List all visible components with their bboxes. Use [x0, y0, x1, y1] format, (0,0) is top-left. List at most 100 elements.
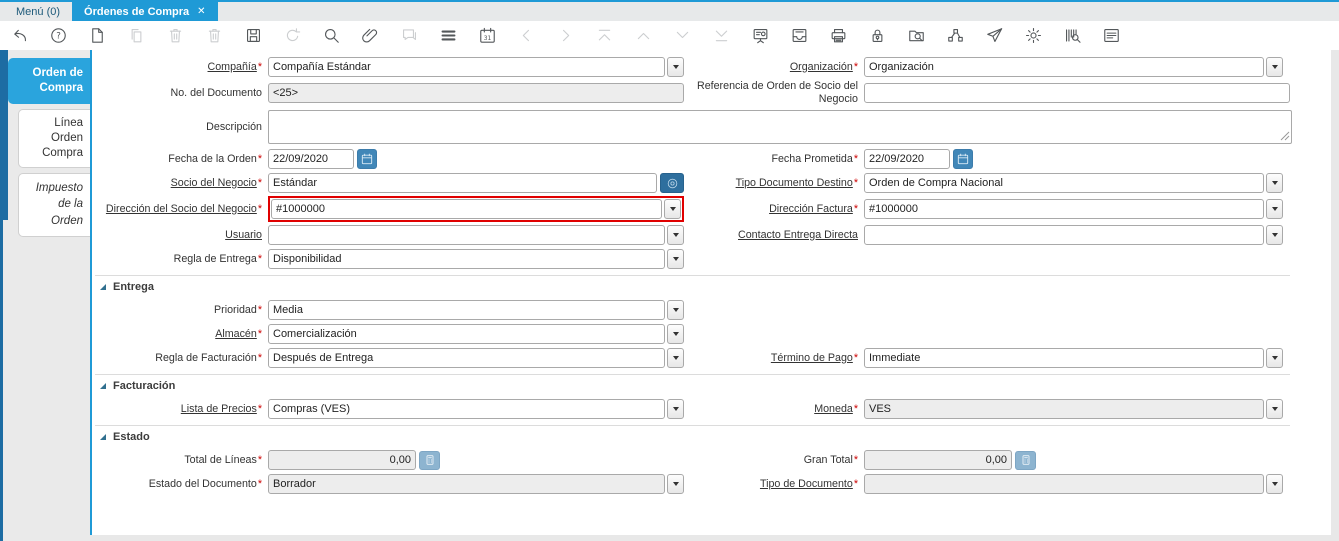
- help-icon[interactable]: ?: [48, 26, 68, 46]
- organizacion-label[interactable]: Organización: [790, 61, 853, 73]
- zoom-across-icon[interactable]: [906, 26, 926, 46]
- regla-facturacion-input[interactable]: [268, 348, 665, 368]
- gran-total-input: [864, 450, 1012, 470]
- attachment-icon[interactable]: [360, 26, 380, 46]
- moneda-input: [864, 399, 1264, 419]
- field-usuario: Usuario: [92, 225, 688, 245]
- fecha-prometida-input[interactable]: [864, 149, 950, 169]
- field-direccion-factura: Dirección Factura*: [688, 199, 1331, 219]
- calendar-icon[interactable]: 31: [477, 26, 497, 46]
- descripcion-textarea[interactable]: [268, 110, 1292, 144]
- total-lineas-calculator-button[interactable]: [419, 450, 440, 470]
- preferences-icon[interactable]: [1023, 26, 1043, 46]
- contacto-label[interactable]: Contacto Entrega Directa: [738, 229, 858, 241]
- sidebar-tab-orden-de-compra[interactable]: Orden de Compra: [8, 58, 90, 104]
- new-record-icon[interactable]: [87, 26, 107, 46]
- direccion-socio-label[interactable]: Dirección del Socio del Negocio: [106, 203, 257, 215]
- compania-label[interactable]: Compañía: [208, 61, 257, 73]
- field-organizacion: Organización*: [688, 57, 1331, 77]
- svg-text:31: 31: [483, 35, 491, 42]
- sidebar: Orden de Compra Línea Orden Compra Impue…: [3, 50, 90, 541]
- prioridad-dropdown-button[interactable]: [667, 300, 684, 320]
- fecha-prometida-calendar-button[interactable]: [953, 149, 973, 169]
- termino-pago-label[interactable]: Término de Pago: [771, 352, 853, 364]
- regla-entrega-input[interactable]: [268, 249, 665, 269]
- gran-total-label: Gran Total: [803, 453, 853, 466]
- chevron-down-icon: [1271, 482, 1278, 486]
- section-estado[interactable]: Estado: [100, 429, 1331, 445]
- tab-ordenes-de-compra[interactable]: Órdenes de Compra ✕: [72, 2, 218, 21]
- regla-facturacion-dropdown-button[interactable]: [667, 348, 684, 368]
- collapse-icon: [100, 284, 106, 290]
- socio-input[interactable]: [268, 173, 657, 193]
- section-facturacion[interactable]: Facturación: [100, 378, 1331, 394]
- bpartner-search-button[interactable]: [660, 173, 684, 193]
- moneda-label[interactable]: Moneda: [814, 403, 853, 415]
- close-icon[interactable]: ✕: [197, 6, 205, 17]
- sidebar-tab-impuesto-de-la-orden[interactable]: Impuesto de la Orden: [18, 172, 90, 237]
- gran-total-calculator-button[interactable]: [1015, 450, 1036, 470]
- tipo-doc-destino-input[interactable]: [864, 173, 1264, 193]
- copy-record-icon: [126, 26, 146, 46]
- direccion-factura-input[interactable]: [864, 199, 1264, 219]
- save-icon[interactable]: [243, 26, 263, 46]
- report-icon[interactable]: [750, 26, 770, 46]
- almacen-label[interactable]: Almacén: [215, 328, 257, 340]
- section-entrega-title: Entrega: [113, 281, 154, 293]
- grid-toggle-icon[interactable]: [438, 26, 458, 46]
- compania-input[interactable]: [268, 57, 665, 77]
- usuario-input[interactable]: [268, 225, 665, 245]
- compania-dropdown-button[interactable]: [667, 57, 684, 77]
- contacto-dropdown-button[interactable]: [1266, 225, 1283, 245]
- send-mail-icon[interactable]: [984, 26, 1004, 46]
- direccion-factura-label[interactable]: Dirección Factura: [769, 203, 853, 215]
- tipo-documento-dropdown-button[interactable]: [1266, 474, 1283, 494]
- fecha-prometida-label: Fecha Prometida: [771, 152, 853, 165]
- section-entrega[interactable]: Entrega: [100, 279, 1331, 295]
- collapse-icon: [100, 383, 106, 389]
- tipo-doc-destino-dropdown-button[interactable]: [1266, 173, 1283, 193]
- lista-precios-label[interactable]: Lista de Precios: [181, 403, 257, 415]
- archive-icon[interactable]: [789, 26, 809, 46]
- direccion-socio-dropdown-button[interactable]: [664, 199, 681, 219]
- termino-pago-input[interactable]: [864, 348, 1264, 368]
- estado-documento-dropdown-button[interactable]: [667, 474, 684, 494]
- moneda-dropdown-button[interactable]: [1266, 399, 1283, 419]
- organizacion-dropdown-button[interactable]: [1266, 57, 1283, 77]
- regla-entrega-dropdown-button[interactable]: [667, 249, 684, 269]
- direccion-factura-dropdown-button[interactable]: [1266, 199, 1283, 219]
- usuario-dropdown-button[interactable]: [667, 225, 684, 245]
- field-regla-facturacion: Regla de Facturación*: [92, 348, 688, 368]
- socio-label[interactable]: Socio del Negocio: [171, 177, 257, 189]
- product-info-icon[interactable]: [1062, 26, 1082, 46]
- find-icon[interactable]: [321, 26, 341, 46]
- chevron-down-icon: [1271, 407, 1278, 411]
- almacen-input[interactable]: [268, 324, 665, 344]
- total-lineas-input: [268, 450, 416, 470]
- lista-precios-dropdown-button[interactable]: [667, 399, 684, 419]
- print-icon[interactable]: [828, 26, 848, 46]
- tipo-doc-destino-label[interactable]: Tipo Documento Destino: [736, 177, 853, 189]
- lock-icon[interactable]: [867, 26, 887, 46]
- tab-menu[interactable]: Menú (0): [4, 2, 72, 21]
- organizacion-input[interactable]: [864, 57, 1264, 77]
- nav-next-icon: [555, 26, 575, 46]
- prioridad-input[interactable]: [268, 300, 665, 320]
- sidebar-tab-linea-orden-compra[interactable]: Línea Orden Compra: [18, 108, 90, 168]
- almacen-dropdown-button[interactable]: [667, 324, 684, 344]
- field-compania: Compañía*: [92, 57, 688, 77]
- quick-form-icon[interactable]: [1101, 26, 1121, 46]
- calculator-icon: [1022, 455, 1029, 465]
- fecha-orden-input[interactable]: [268, 149, 354, 169]
- termino-pago-dropdown-button[interactable]: [1266, 348, 1283, 368]
- fecha-orden-calendar-button[interactable]: [357, 149, 377, 169]
- tipo-documento-label[interactable]: Tipo de Documento: [760, 478, 853, 490]
- contacto-input[interactable]: [864, 225, 1264, 245]
- workflow-icon[interactable]: [945, 26, 965, 46]
- referencia-input[interactable]: [864, 83, 1290, 103]
- lista-precios-input[interactable]: [268, 399, 665, 419]
- undo-icon[interactable]: [9, 26, 29, 46]
- direccion-socio-input[interactable]: [271, 199, 662, 219]
- regla-facturacion-label: Regla de Facturación: [155, 351, 257, 364]
- usuario-label[interactable]: Usuario: [225, 229, 262, 241]
